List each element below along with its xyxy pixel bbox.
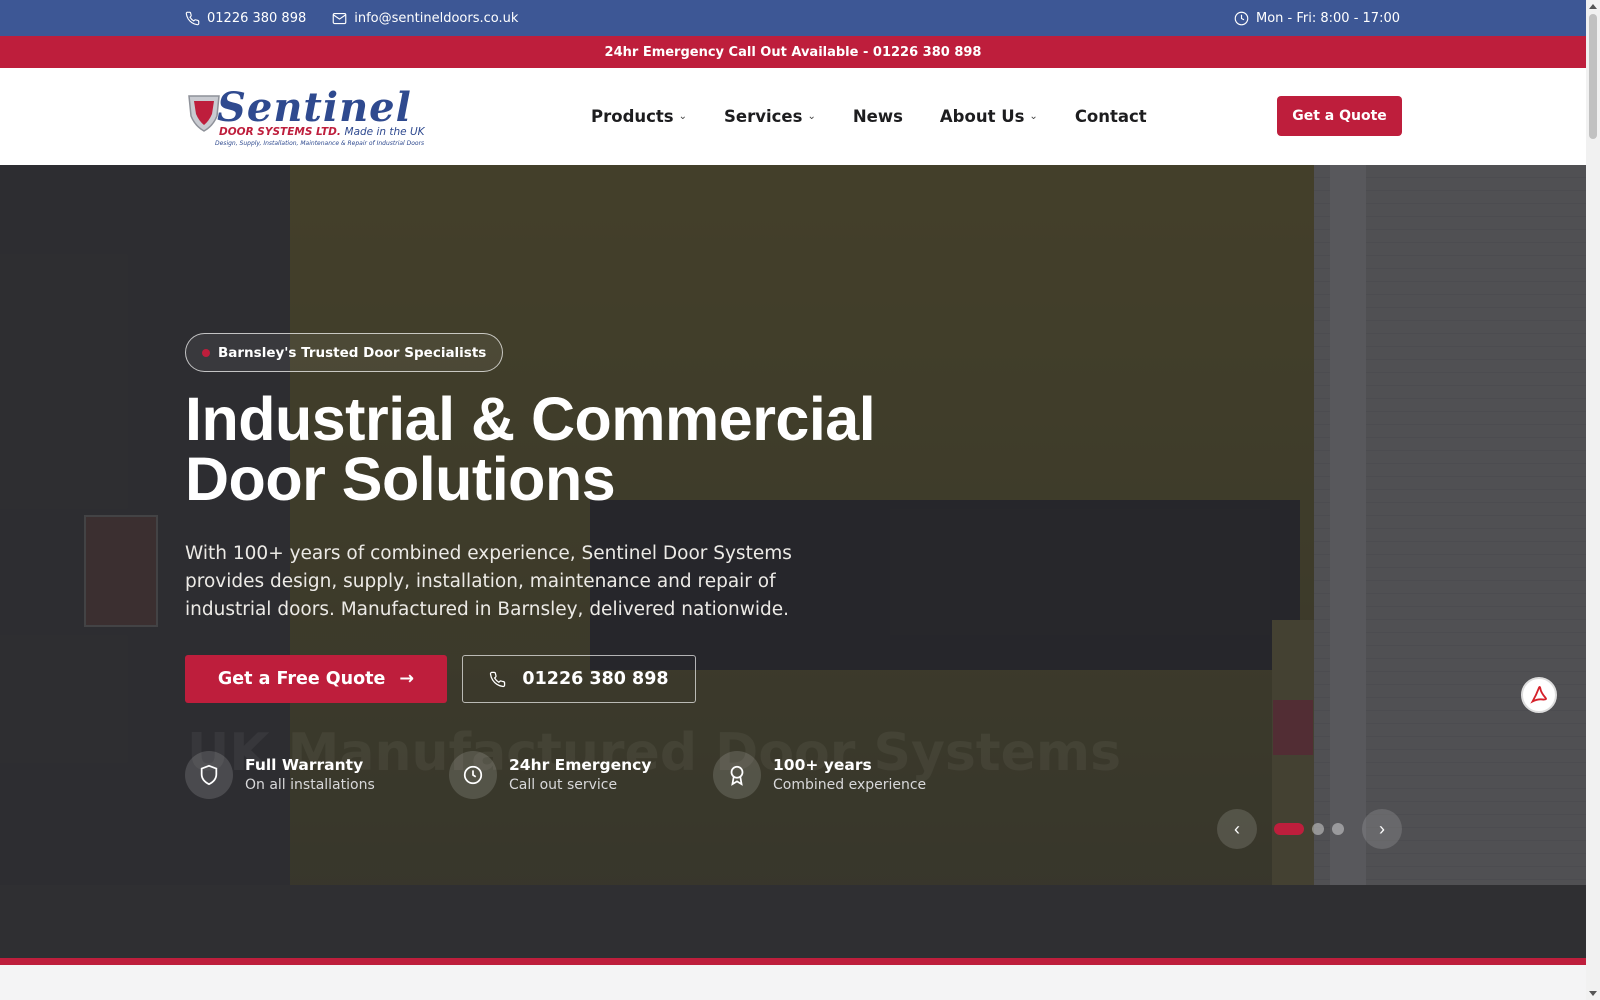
- logo-company: DOOR SYSTEMS LTD.: [219, 126, 341, 138]
- nav-item-contact[interactable]: Contact: [1075, 107, 1147, 126]
- feature-subtitle: Combined experience: [773, 777, 927, 793]
- chevron-right-icon: ›: [1379, 818, 1385, 839]
- badge-dot: [202, 349, 210, 357]
- nav-item-label: About Us: [939, 107, 1025, 126]
- hero-headline: Industrial & Commercial Door Solutions: [185, 389, 985, 510]
- site-header: Sentinel DOOR SYSTEMS LTD. Made in the U…: [0, 68, 1586, 165]
- hero-badge-text: Barnsley's Trusted Door Specialists: [218, 344, 487, 361]
- logo-tagline: Design, Supply, Installation, Maintenanc…: [215, 140, 425, 147]
- topbar-hours-text: Mon - Fri: 8:00 - 17:00: [1256, 10, 1400, 26]
- topbar-phone-link[interactable]: 01226 380 898: [185, 11, 306, 26]
- pdf-icon: [1530, 686, 1547, 704]
- phone-icon: [185, 11, 200, 25]
- slider-dots: [1274, 823, 1344, 835]
- feature-text: Full Warranty On all installations: [245, 755, 375, 795]
- chevron-down-icon: ⌄: [807, 111, 816, 122]
- award-icon: [730, 765, 744, 786]
- hero-bottom-accent: [0, 958, 1586, 965]
- scrollbar-thumb[interactable]: [1589, 14, 1597, 139]
- logo-subtitle: DOOR SYSTEMS LTD. Made in the UK: [219, 126, 425, 138]
- topbar-phone-text: 01226 380 898: [207, 10, 307, 26]
- nav-item-label: News: [852, 107, 903, 126]
- nav-item-about-us[interactable]: About Us ⌄: [940, 107, 1038, 126]
- chevron-left-icon: ‹: [1234, 818, 1240, 839]
- feature-text: 100+ years Combined experience: [773, 755, 926, 795]
- page-scrollbar[interactable]: [1586, 0, 1600, 1000]
- call-phone-label: 01226 380 898: [522, 669, 669, 689]
- hero-slider: UK Manufactured Door Systems Barnsley's …: [0, 165, 1586, 958]
- feature-icon-wrap: [713, 751, 761, 799]
- shield-icon: [200, 764, 218, 786]
- phone-icon: [490, 671, 506, 687]
- topbar-hours: Mon - Fri: 8:00 - 17:00: [1234, 11, 1400, 26]
- mail-icon: [332, 12, 347, 24]
- get-free-quote-label: Get a Free Quote: [217, 669, 386, 689]
- next-section: [0, 965, 1586, 1000]
- shield-logo-icon: [188, 95, 220, 132]
- hero-badge: Barnsley's Trusted Door Specialists: [185, 333, 504, 372]
- clock-icon: [463, 765, 483, 785]
- slider-next-button[interactable]: ›: [1362, 809, 1402, 849]
- slider-dot-3[interactable]: [1332, 823, 1344, 835]
- hero-headline-line1: Industrial & Commercial: [185, 385, 876, 453]
- topbar-email-text: info@sentineldoors.co.uk: [354, 10, 519, 26]
- nav-item-services[interactable]: Services ⌄: [724, 107, 816, 126]
- get-free-quote-button[interactable]: Get a Free Quote →: [185, 655, 447, 703]
- feature-icon-wrap: [449, 751, 497, 799]
- nav-item-label: Services: [724, 107, 803, 126]
- feature-subtitle: On all installations: [245, 777, 375, 793]
- nav-item-label: Contact: [1074, 107, 1147, 126]
- get-a-quote-button[interactable]: Get a Quote: [1277, 96, 1402, 136]
- topbar-email-link[interactable]: info@sentineldoors.co.uk: [332, 11, 518, 26]
- feature-text: 24hr Emergency Call out service: [509, 755, 651, 795]
- site-logo[interactable]: Sentinel DOOR SYSTEMS LTD. Made in the U…: [187, 84, 425, 150]
- nav-item-label: Products: [591, 107, 674, 126]
- emergency-callout-bar[interactable]: 24hr Emergency Call Out Available - 0122…: [0, 36, 1586, 68]
- slider-dot-2[interactable]: [1312, 823, 1324, 835]
- nav-item-products[interactable]: Products ⌄: [591, 107, 687, 126]
- feature-experience: 100+ years Combined experience: [713, 751, 926, 799]
- slider-prev-button[interactable]: ‹: [1217, 809, 1257, 849]
- feature-subtitle: Call out service: [509, 777, 618, 793]
- nav-item-news[interactable]: News: [853, 107, 903, 126]
- feature-icon-wrap: [185, 751, 233, 799]
- feature-emergency: 24hr Emergency Call out service: [449, 751, 651, 799]
- chevron-down-icon: ⌄: [678, 111, 688, 122]
- feature-warranty: Full Warranty On all installations: [185, 751, 375, 799]
- clock-icon: [1234, 11, 1249, 25]
- scroll-up-arrow[interactable]: [1589, 4, 1597, 9]
- slider-dot-1[interactable]: [1274, 823, 1304, 835]
- scroll-down-arrow[interactable]: [1589, 991, 1597, 996]
- logo-made-in-uk: Made in the UK: [344, 126, 425, 138]
- feature-title: 24hr Emergency: [509, 756, 652, 774]
- feature-title: 100+ years: [773, 756, 872, 774]
- arrow-right-icon: →: [399, 669, 415, 689]
- pdf-download-button[interactable]: [1521, 677, 1557, 713]
- emergency-text: 24hr Emergency Call Out Available - 0122…: [604, 44, 982, 60]
- hero-description: With 100+ years of combined experience, …: [185, 543, 792, 620]
- main-nav: Products ⌄ Services ⌄ News About Us ⌄ Co…: [591, 68, 1147, 165]
- chevron-down-icon: ⌄: [1029, 111, 1038, 122]
- feature-title: Full Warranty: [245, 756, 364, 774]
- hero-headline-line2: Door Solutions: [185, 445, 616, 513]
- top-info-bar: 01226 380 898 info@sentineldoors.co.uk M…: [0, 0, 1586, 36]
- call-phone-button[interactable]: 01226 380 898: [462, 655, 696, 703]
- logo-wordmark: Sentinel: [217, 84, 412, 131]
